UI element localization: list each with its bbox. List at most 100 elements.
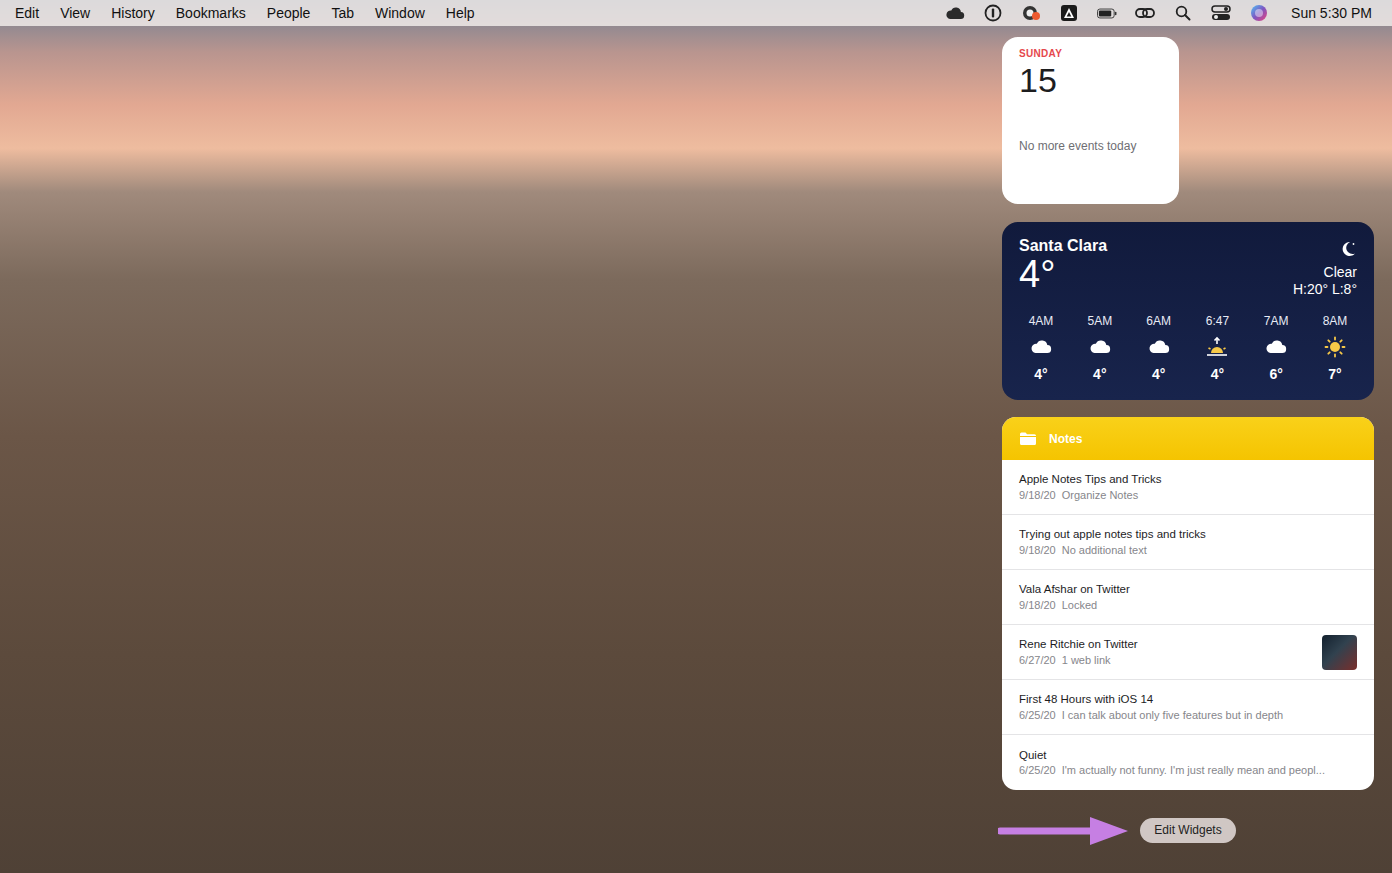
note-text: Trying out apple notes tips and tricks9/… — [1019, 527, 1357, 557]
calendar-widget[interactable]: SUNDAY 15 No more events today — [1002, 37, 1179, 204]
status-area: Sun 5:30 PM — [945, 3, 1372, 24]
menu-clock[interactable]: Sun 5:30 PM — [1291, 3, 1372, 24]
note-subtitle: 9/18/20 No additional text — [1019, 543, 1357, 558]
hour-time: 7AM — [1264, 312, 1289, 330]
cloud-icon — [1029, 336, 1053, 358]
note-text: Apple Notes Tips and Tricks9/18/20 Organi… — [1019, 472, 1357, 502]
cloud-icon — [1088, 336, 1112, 358]
hour-temperature: 4° — [1211, 364, 1224, 385]
menu-item[interactable]: Bookmarks — [176, 3, 246, 24]
hour-forecast: 6:47 4° — [1195, 312, 1239, 385]
notes-header: Notes — [1002, 417, 1374, 460]
menu-item[interactable]: Edit — [15, 3, 39, 24]
edit-widgets-button[interactable]: Edit Widgets — [1140, 818, 1235, 843]
affinity-app-icon[interactable] — [1059, 4, 1079, 22]
note-subtitle: 6/25/20 I can talk about only five featur… — [1019, 708, 1357, 723]
note-date: 9/18/20 — [1019, 489, 1056, 501]
weather-condition: Clear — [1324, 264, 1357, 281]
note-title: Rene Ritchie on Twitter — [1019, 637, 1314, 653]
note-detail: I'm actually not funny. I'm just really … — [1062, 764, 1325, 776]
note-detail: Organize Notes — [1062, 489, 1138, 501]
note-row[interactable]: Apple Notes Tips and Tricks9/18/20 Organi… — [1002, 460, 1374, 515]
hour-time: 8AM — [1323, 312, 1348, 330]
note-subtitle: 6/25/20 I'm actually not funny. I'm just … — [1019, 763, 1357, 778]
widget-area: SUNDAY15No more events todaySanta Clara4… — [0, 26, 1392, 873]
cloud-icon[interactable] — [945, 4, 965, 22]
menu-item[interactable]: People — [267, 3, 311, 24]
calendar-weekday: SUNDAY — [1019, 46, 1162, 61]
battery-icon[interactable] — [1097, 4, 1117, 22]
hourly-forecast: 4AM4°5AM4°6AM4°6:474°7AM6°8AM7° — [1019, 312, 1357, 385]
hour-temperature: 4° — [1034, 364, 1047, 385]
edit-widgets-area: Edit Widgets — [1140, 818, 1235, 843]
note-text: Vala Afshar on Twitter9/18/20 Locked — [1019, 582, 1357, 612]
sunrise-icon — [1205, 336, 1229, 358]
note-title: First 48 Hours with iOS 14 — [1019, 692, 1357, 708]
note-date: 6/25/20 — [1019, 709, 1056, 721]
notes-title: Notes — [1049, 430, 1082, 448]
hour-forecast: 5AM 4° — [1078, 312, 1122, 385]
note-row[interactable]: Vala Afshar on Twitter9/18/20 Locked — [1002, 570, 1374, 625]
note-row[interactable]: Trying out apple notes tips and tricks9/… — [1002, 515, 1374, 570]
note-text: Quiet6/25/20 I'm actually not funny. I'm … — [1019, 748, 1357, 778]
weather-location: Santa Clara — [1019, 236, 1107, 255]
password-manager-icon[interactable] — [983, 4, 1003, 22]
cloud-icon — [1147, 336, 1171, 358]
siri-icon[interactable] — [1249, 4, 1269, 22]
pointer-arrow-icon — [998, 816, 1128, 846]
weather-temperature: 4° — [1019, 255, 1107, 295]
weather-widget[interactable]: Santa Clara4°ClearH:20° L:8°4AM4°5AM4°6A… — [1002, 222, 1374, 400]
note-title: Vala Afshar on Twitter — [1019, 582, 1357, 598]
note-date: 6/25/20 — [1019, 764, 1056, 776]
calendar-date: 15 — [1019, 63, 1162, 97]
note-title: Apple Notes Tips and Tricks — [1019, 472, 1357, 488]
hour-time: 6:47 — [1206, 312, 1229, 330]
weather-current: Santa Clara4° — [1019, 236, 1107, 298]
note-text: First 48 Hours with iOS 146/25/20 I can t… — [1019, 692, 1357, 722]
hour-temperature: 4° — [1152, 364, 1165, 385]
note-title: Quiet — [1019, 748, 1357, 764]
hour-temperature: 6° — [1269, 364, 1282, 385]
widget-column: SUNDAY15No more events todaySanta Clara4… — [1002, 37, 1374, 873]
menu-item[interactable]: Help — [446, 3, 475, 24]
hour-forecast: 8AM7° — [1313, 312, 1357, 385]
sun-icon — [1323, 336, 1347, 358]
hour-time: 6AM — [1146, 312, 1171, 330]
hour-time: 5AM — [1087, 312, 1112, 330]
weather-high-low: H:20° L:8° — [1293, 281, 1357, 298]
moon-icon — [1339, 236, 1357, 260]
hour-forecast: 6AM 4° — [1137, 312, 1181, 385]
menu-item[interactable]: View — [60, 3, 90, 24]
note-text: Rene Ritchie on Twitter6/27/201 web link — [1019, 637, 1314, 667]
edit-row: Edit Widgets — [1002, 818, 1374, 843]
menu-item[interactable]: Tab — [331, 3, 354, 24]
calendar-message: No more events today — [1019, 137, 1162, 155]
note-subtitle: 9/18/20 Organize Notes — [1019, 488, 1357, 503]
note-detail: No additional text — [1062, 544, 1147, 556]
menu-bar: Edit View History Bookmarks People Tab Window H… — [0, 0, 1392, 26]
note-title: Trying out apple notes tips and tricks — [1019, 527, 1357, 543]
note-row[interactable]: Rene Ritchie on Twitter6/27/201 web link — [1002, 625, 1374, 680]
weather-summary: Santa Clara4° ClearH:20° L:8° — [1019, 236, 1357, 298]
cleaner-app-icon[interactable] — [1021, 4, 1041, 22]
menu-list: Edit View History Bookmarks People Tab Window H… — [15, 3, 475, 24]
control-center-icon[interactable] — [1211, 4, 1231, 22]
note-row[interactable]: First 48 Hours with iOS 146/25/20 I can t… — [1002, 680, 1374, 735]
note-subtitle: 9/18/20 Locked — [1019, 598, 1357, 613]
notes-widget[interactable]: NotesApple Notes Tips and Tricks9/18/20O… — [1002, 417, 1374, 790]
hour-temperature: 4° — [1093, 364, 1106, 385]
weather-conditions: ClearH:20° L:8° — [1293, 236, 1357, 298]
search-icon[interactable] — [1173, 4, 1193, 22]
desktop: Edit View History Bookmarks People Tab Window H… — [0, 0, 1392, 873]
cloud-icon — [1264, 336, 1288, 358]
folder-icon — [1019, 431, 1037, 446]
menu-item[interactable]: Window — [375, 3, 425, 24]
note-detail: I can talk about only five features but … — [1062, 709, 1283, 721]
note-date: 9/18/20 — [1019, 599, 1056, 611]
note-detail: 1 web link — [1062, 654, 1111, 666]
menu-item[interactable]: History — [111, 3, 155, 24]
note-detail: Locked — [1062, 599, 1097, 611]
note-date: 9/18/20 — [1019, 544, 1056, 556]
link-icon[interactable] — [1135, 4, 1155, 22]
note-row[interactable]: Quiet6/25/20 I'm actually not funny. I'm … — [1002, 735, 1374, 790]
